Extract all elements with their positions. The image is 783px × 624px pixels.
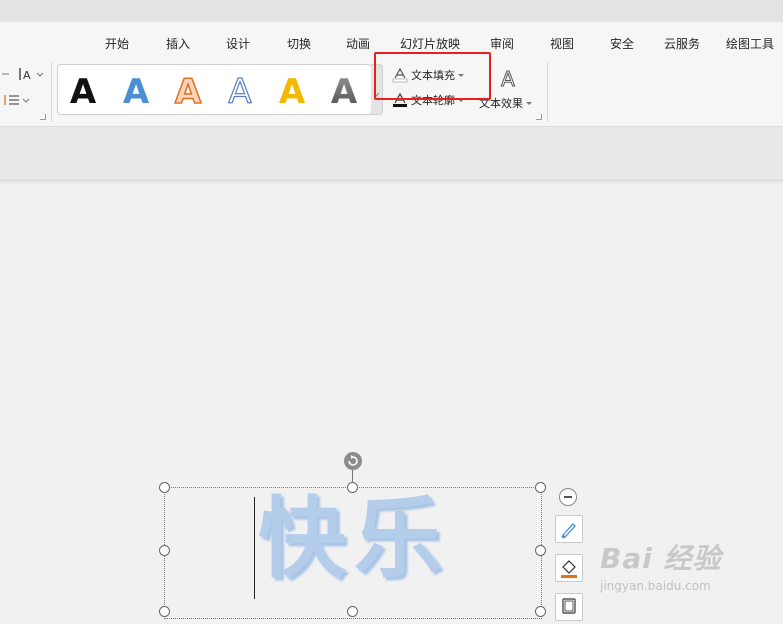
svg-text:A: A [175, 72, 202, 110]
art-style-blue-solid[interactable]: A [117, 70, 155, 110]
resize-handle-top-left[interactable] [159, 482, 170, 493]
line-spacing-icon[interactable] [3, 93, 31, 107]
resize-handle-bottom-left[interactable] [159, 606, 170, 617]
art-style-gallery: A A A A A A [57, 64, 372, 115]
tab-design[interactable]: 设计 [226, 35, 250, 52]
tab-review[interactable]: 审阅 [490, 35, 514, 52]
tab-insert[interactable]: 插入 [166, 35, 190, 52]
window-top-bar [0, 0, 783, 22]
resize-handle-bottom[interactable] [347, 606, 358, 617]
art-style-orange-outline[interactable]: A [169, 70, 207, 110]
art-style-blue-outline[interactable]: A [221, 70, 259, 110]
ribbon-divider [51, 62, 52, 122]
text-cursor [254, 497, 255, 599]
tab-drawing-tools[interactable]: 绘图工具 [726, 35, 774, 52]
paint-brush-icon [561, 523, 576, 539]
collapse-toolbar-button[interactable] [559, 488, 577, 506]
resize-handle-bottom-right[interactable] [535, 606, 546, 617]
text-fill-highlight-box [374, 52, 491, 100]
tab-view[interactable]: 视图 [550, 35, 574, 52]
art-style-gold-solid[interactable]: A [273, 70, 311, 110]
fill-bucket-icon [561, 560, 577, 578]
resize-handle-top-right[interactable] [535, 482, 546, 493]
svg-text:A: A [501, 67, 515, 90]
art-style-gray-gradient[interactable]: A [325, 70, 363, 110]
tab-cloud-service[interactable]: 云服务 [664, 35, 700, 52]
text-direction-icon[interactable]: A [18, 66, 44, 82]
svg-text:A: A [279, 72, 306, 110]
resize-handle-left[interactable] [159, 545, 170, 556]
tab-slideshow[interactable]: 幻灯片放映 [400, 35, 460, 52]
rotate-handle-icon[interactable] [343, 451, 363, 471]
svg-text:A: A [331, 72, 358, 110]
style-brush-button[interactable] [555, 515, 583, 543]
text-effect-icon[interactable]: A [496, 66, 520, 91]
tab-start[interactable]: 开始 [105, 35, 129, 52]
tab-security[interactable]: 安全 [610, 35, 634, 52]
outline-square-icon [562, 598, 576, 614]
ruler-band [0, 127, 783, 183]
svg-text:A: A [23, 69, 31, 82]
wordart-launcher-icon[interactable] [536, 114, 542, 120]
tab-animations[interactable]: 动画 [346, 35, 370, 52]
wordart-text[interactable]: 快乐 [258, 495, 450, 583]
dropdown-arrow-icon[interactable] [0, 68, 12, 80]
watermark-brand: Bai 经验 [600, 542, 722, 575]
fill-color-button[interactable] [555, 554, 583, 582]
resize-handle-right[interactable] [535, 545, 546, 556]
art-style-black-solid[interactable]: A [64, 70, 102, 110]
ribbon-divider [547, 62, 548, 122]
baidu-watermark: Bai 经验 jingyan.baidu.com [600, 537, 722, 593]
caret-down-icon [526, 101, 532, 105]
svg-text:A: A [228, 72, 251, 110]
svg-text:A: A [123, 72, 150, 110]
svg-text:A: A [70, 72, 97, 110]
watermark-url: jingyan.baidu.com [600, 579, 711, 593]
shape-outline-button[interactable] [555, 593, 583, 621]
paragraph-launcher-icon[interactable] [40, 114, 46, 120]
tab-transitions[interactable]: 切换 [287, 35, 311, 52]
